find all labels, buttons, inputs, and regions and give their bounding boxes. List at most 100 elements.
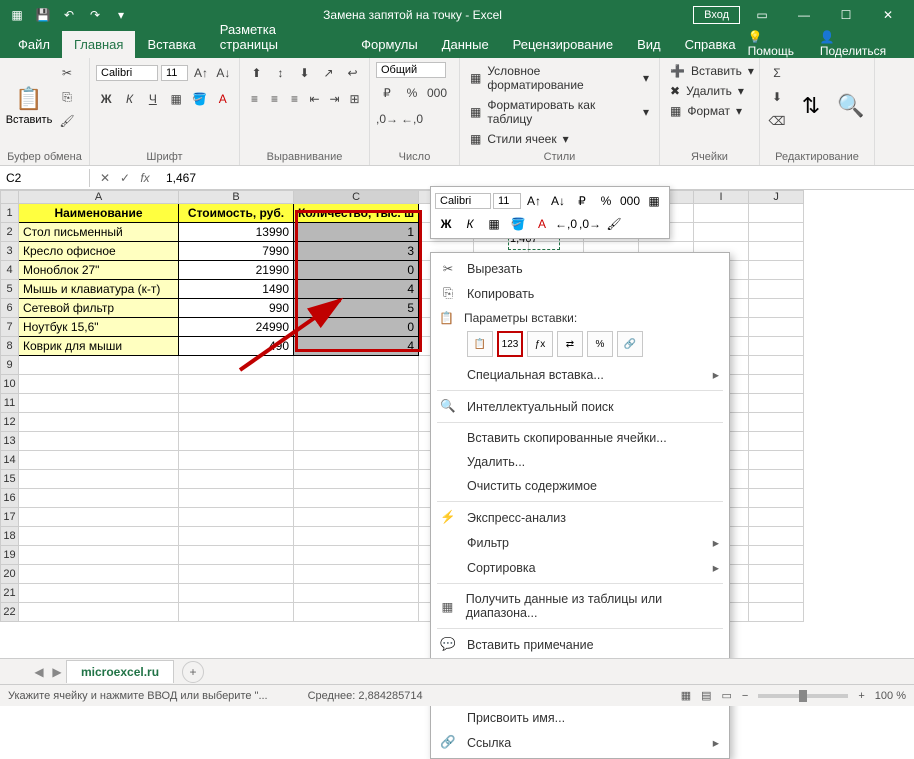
cell[interactable] [179,451,294,470]
cell[interactable]: 24990 [179,318,294,337]
mini-decrease-font-icon[interactable]: A↓ [547,191,569,211]
cell[interactable]: Стоимость, руб. [179,204,294,223]
orientation-icon[interactable]: ↗ [318,62,339,84]
cell[interactable] [179,470,294,489]
cell[interactable] [749,546,804,565]
cell[interactable] [749,337,804,356]
row-header[interactable]: 12 [1,413,19,432]
cell[interactable]: Моноблок 27" [19,261,179,280]
paste-button[interactable]: 📋 Вставить [6,62,52,149]
zoom-slider[interactable] [758,694,848,698]
cell[interactable] [294,584,419,603]
redo-icon[interactable]: ↷ [84,4,106,26]
align-top-icon[interactable]: ⬆ [246,62,267,84]
cell[interactable] [179,565,294,584]
cell[interactable] [19,413,179,432]
cell[interactable]: Наименование [19,204,179,223]
cell[interactable] [19,584,179,603]
sort-filter-button[interactable]: ⇅ [794,62,828,149]
cell[interactable] [749,508,804,527]
row-header[interactable]: 20 [1,565,19,584]
sheet-nav-prev-icon[interactable]: ◀ [30,665,48,679]
underline-button[interactable]: Ч [143,88,163,110]
cell[interactable] [294,356,419,375]
cell[interactable]: Сетевой фильтр [19,299,179,318]
cell[interactable] [749,451,804,470]
row-header[interactable]: 17 [1,508,19,527]
mini-size-select[interactable]: 11 [493,193,521,209]
cell[interactable] [749,299,804,318]
cell[interactable] [19,546,179,565]
cell[interactable] [294,489,419,508]
copy-icon[interactable]: ⎘ [56,86,78,108]
cell[interactable] [749,356,804,375]
cell[interactable]: 4 [294,337,419,356]
tab-insert[interactable]: Вставка [135,31,207,58]
ctx-link[interactable]: 🔗Ссылка▸ [431,730,729,755]
cell[interactable] [179,394,294,413]
qat-dropdown-icon[interactable]: ▾ [110,4,132,26]
cell[interactable] [294,394,419,413]
col-header[interactable]: I [694,191,749,204]
find-select-button[interactable]: 🔍 [834,62,868,149]
autosum-icon[interactable]: Σ [766,62,788,84]
cell[interactable] [179,546,294,565]
zoom-out-icon[interactable]: − [742,690,748,702]
mini-percent-icon[interactable]: % [595,191,617,211]
zoom-level[interactable]: 100 % [875,690,906,702]
cell[interactable] [179,527,294,546]
cell[interactable] [749,603,804,622]
cell[interactable]: 1 [294,223,419,242]
row-header[interactable]: 13 [1,432,19,451]
cell[interactable] [749,565,804,584]
cell[interactable] [749,489,804,508]
cell[interactable]: Количество, тыс. ш [294,204,419,223]
save-icon[interactable]: 💾 [32,4,54,26]
row-header[interactable]: 10 [1,375,19,394]
row-header[interactable]: 11 [1,394,19,413]
tab-page-layout[interactable]: Разметка страницы [208,16,349,58]
row-header[interactable]: 8 [1,337,19,356]
cell[interactable]: 0 [294,261,419,280]
mini-format-painter-icon[interactable]: 🖌 [603,214,625,234]
cell[interactable]: Коврик для мыши [19,337,179,356]
paste-formulas-button[interactable]: ƒx [527,331,553,357]
ctx-delete[interactable]: Удалить... [431,450,729,474]
font-size-select[interactable]: 11 [161,65,188,81]
font-color-button[interactable]: A [213,88,233,110]
share-button[interactable]: 👤 Поделиться [820,30,904,58]
cell[interactable]: Кресло офисное [19,242,179,261]
bold-button[interactable]: Ж [96,88,116,110]
row-header[interactable]: 2 [1,223,19,242]
tab-view[interactable]: Вид [625,31,673,58]
paste-transpose-button[interactable]: ⇄ [557,331,583,357]
tab-data[interactable]: Данные [430,31,501,58]
cell[interactable] [19,356,179,375]
border-button[interactable]: ▦ [166,88,186,110]
cell[interactable]: 5 [294,299,419,318]
undo-icon[interactable]: ↶ [58,4,80,26]
cell[interactable] [749,375,804,394]
mini-bold-button[interactable]: Ж [435,214,457,234]
tell-me-button[interactable]: 💡 Помощь [748,30,812,58]
decrease-decimal-icon[interactable]: ←,0 [401,108,423,130]
row-header[interactable]: 21 [1,584,19,603]
view-pagebreak-icon[interactable]: ▭ [722,689,732,702]
cell[interactable] [749,413,804,432]
cell[interactable] [749,394,804,413]
wrap-text-icon[interactable]: ↩ [342,62,363,84]
paste-values-button[interactable]: 123 [497,331,523,357]
sheet-tab-active[interactable]: microexcel.ru [66,660,174,683]
tab-help[interactable]: Справка [673,31,748,58]
cell[interactable] [19,489,179,508]
col-header[interactable]: A [19,191,179,204]
align-center-icon[interactable]: ≡ [266,88,283,110]
cell[interactable]: 990 [179,299,294,318]
cell[interactable] [294,375,419,394]
row-header[interactable]: 9 [1,356,19,375]
ctx-define-name[interactable]: Присвоить имя... [431,706,729,730]
decrease-font-icon[interactable]: A↓ [214,62,233,84]
cell[interactable] [19,508,179,527]
number-format-select[interactable]: Общий [376,62,446,78]
ctx-sort[interactable]: Сортировка▸ [431,555,729,580]
